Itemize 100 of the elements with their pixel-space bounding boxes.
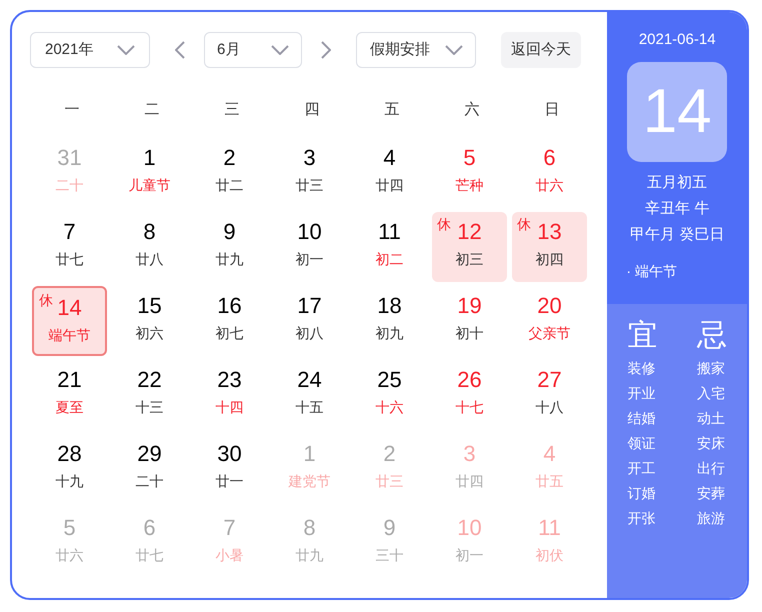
suitable-item: 结婚 <box>627 409 656 428</box>
day-cell[interactable]: 6 廿六 <box>512 138 587 208</box>
lunar-date: 芒种 <box>456 176 484 195</box>
lunar-date: 十五 <box>296 398 324 417</box>
day-cell[interactable]: 27 十八 <box>512 360 587 430</box>
rest-tag: 休 <box>437 214 451 235</box>
lunar-date: 建党节 <box>288 472 330 491</box>
day-cell[interactable]: 4 廿四 <box>352 138 427 208</box>
day-cell[interactable]: 19 初十 <box>432 286 507 356</box>
avoid-item: 安葬 <box>697 484 726 503</box>
weekday-label: 二 <box>144 100 160 120</box>
day-number: 31 <box>57 144 82 172</box>
suitable-item: 领证 <box>627 434 656 453</box>
day-cell[interactable]: 20 父亲节 <box>512 286 587 356</box>
day-cell[interactable]: 8 廿八 <box>112 212 187 282</box>
day-cell[interactable]: 11 初二 <box>352 212 427 282</box>
day-number: 26 <box>457 366 482 394</box>
day-number: 11 <box>538 514 561 542</box>
day-number: 18 <box>377 292 402 320</box>
year-select[interactable]: 2021年 <box>30 32 150 68</box>
day-number: 9 <box>223 218 236 246</box>
lunar-date: 十九 <box>56 472 84 491</box>
selected-date: 2021-06-14 <box>638 30 716 50</box>
day-cell[interactable]: 25 十六 <box>352 360 427 430</box>
day-number: 6 <box>543 144 556 172</box>
day-number: 8 <box>143 218 156 246</box>
lunar-date: 廿五 <box>536 472 564 491</box>
day-cell[interactable]: 5 芒种 <box>432 138 507 208</box>
day-cell[interactable]: 22 十三 <box>112 360 187 430</box>
lunar-info: 甲午月 癸巳日 <box>630 224 724 244</box>
day-cell[interactable]: 30 廿一 <box>192 434 267 504</box>
day-cell[interactable]: 29 二十 <box>112 434 187 504</box>
day-cell[interactable]: 2 廿二 <box>192 138 267 208</box>
lunar-date: 初一 <box>456 546 484 565</box>
day-cell[interactable]: 休 13 初四 <box>512 212 587 282</box>
lunar-date: 初四 <box>536 250 564 269</box>
lunar-date: 初三 <box>456 250 484 269</box>
suitable-item: 订婚 <box>627 484 656 503</box>
day-cell[interactable]: 1 儿童节 <box>112 138 187 208</box>
avoid-heading: 忌 <box>697 318 727 354</box>
lunar-date: 儿童节 <box>128 176 170 195</box>
day-cell[interactable]: 24 十五 <box>272 360 347 430</box>
avoid-item: 旅游 <box>697 509 726 528</box>
day-cell[interactable]: 9 廿九 <box>192 212 267 282</box>
avoid-item: 搬家 <box>697 359 726 378</box>
day-badge: 14 <box>627 62 728 162</box>
day-number: 21 <box>57 366 82 394</box>
lunar-date: 廿四 <box>376 176 404 195</box>
lunar-date: 初六 <box>136 324 164 343</box>
holiday-value: 假期安排 <box>370 40 430 60</box>
lunar-date: 廿四 <box>456 472 484 491</box>
day-cell[interactable]: 3 廿三 <box>272 138 347 208</box>
day-number: 11 <box>378 218 401 246</box>
day-number: 25 <box>377 366 402 394</box>
day-cell[interactable]: 18 初九 <box>352 286 427 356</box>
lunar-date: 廿三 <box>376 472 404 491</box>
day-number: 2 <box>223 144 236 172</box>
chevron-down-icon <box>445 45 463 55</box>
day-cell[interactable]: 15 初六 <box>112 286 187 356</box>
suitable-heading: 宜 <box>627 318 658 354</box>
lunar-date: 廿一 <box>216 472 244 491</box>
day-cell[interactable]: 7 廿七 <box>32 212 107 282</box>
month-value: 6月 <box>217 40 240 60</box>
rest-tag: 休 <box>39 290 53 311</box>
day-cell[interactable]: 28 十九 <box>32 434 107 504</box>
chevron-right-icon[interactable] <box>321 41 331 59</box>
chevron-left-icon[interactable] <box>175 41 185 59</box>
weekday-label: 一 <box>64 100 80 120</box>
day-cell[interactable]: 10 初一 <box>272 212 347 282</box>
day-number: 1 <box>143 144 156 172</box>
day-cell[interactable]: 21 夏至 <box>32 360 107 430</box>
lunar-date: 十八 <box>536 398 564 417</box>
day-number: 7 <box>63 218 76 246</box>
day-cell[interactable]: 17 初八 <box>272 286 347 356</box>
lunar-date: 十四 <box>216 398 244 417</box>
avoid-item: 安床 <box>697 434 726 453</box>
lunar-date: 初七 <box>216 324 244 343</box>
day-number: 14 <box>57 294 82 322</box>
lunar-date: 夏至 <box>56 398 84 417</box>
day-cell[interactable]: 16 初七 <box>192 286 267 356</box>
today-button[interactable]: 返回今天 <box>501 32 581 68</box>
day-number: 8 <box>303 514 316 542</box>
day-number: 3 <box>463 440 476 468</box>
lunar-date: 初伏 <box>536 546 564 565</box>
day-number: 22 <box>137 366 162 394</box>
lunar-date: 初八 <box>296 324 324 343</box>
day-number: 12 <box>457 218 482 246</box>
day-cell[interactable]: 26 十七 <box>432 360 507 430</box>
day-cell[interactable]: 23 十四 <box>192 360 267 430</box>
day-number: 17 <box>297 292 322 320</box>
day-number: 10 <box>297 218 322 246</box>
day-number: 19 <box>457 292 482 320</box>
rest-tag: 休 <box>517 214 531 235</box>
holiday-select[interactable]: 假期安排 <box>356 32 476 68</box>
lunar-date: 廿六 <box>56 546 84 565</box>
month-select[interactable]: 6月 <box>204 32 302 68</box>
lunar-date: 廿三 <box>296 176 324 195</box>
day-cell[interactable]: 休 12 初三 <box>432 212 507 282</box>
lunar-date: 廿九 <box>216 250 244 269</box>
day-number: 16 <box>217 292 242 320</box>
